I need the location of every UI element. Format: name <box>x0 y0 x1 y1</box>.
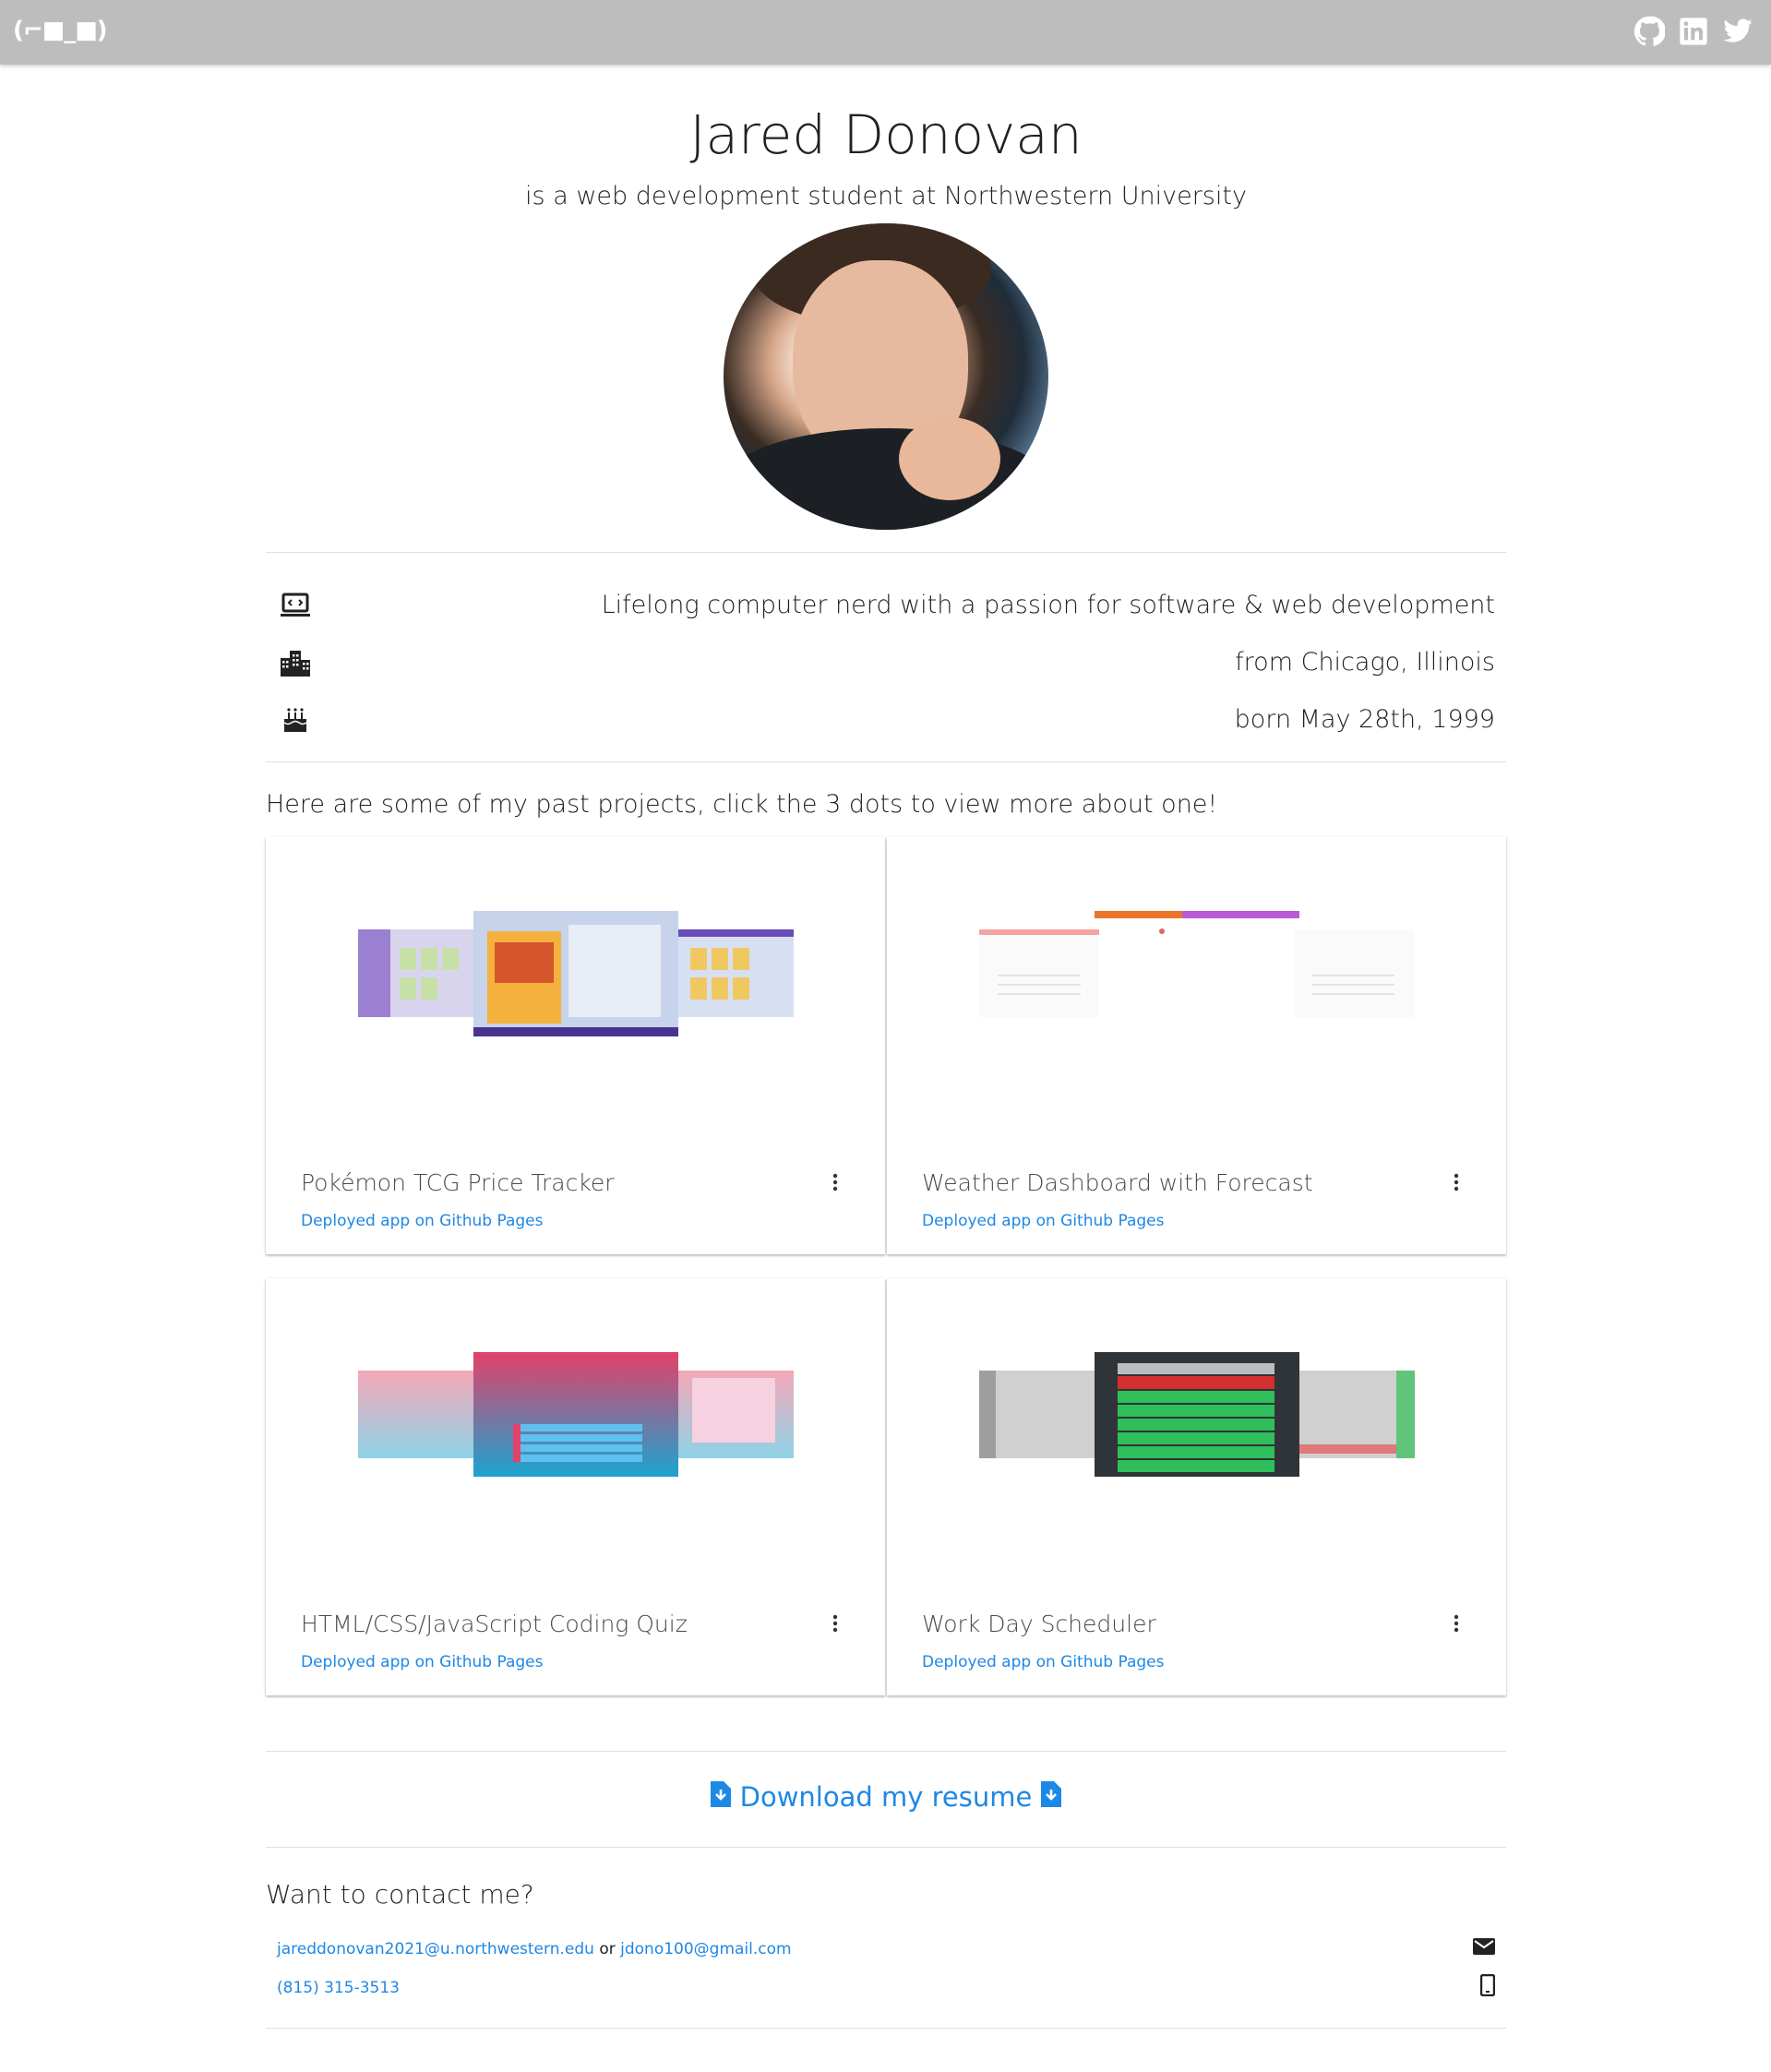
twitter-icon[interactable] <box>1721 15 1754 48</box>
laptop-code-icon <box>277 587 314 624</box>
email-link-gmail[interactable]: jdono100@gmail.com <box>620 1940 791 1958</box>
brand-logo[interactable]: (⌐■_■) <box>13 17 108 44</box>
project-card[interactable]: Weather Dashboard with Forecast Deployed… <box>887 836 1506 1254</box>
phone-link[interactable]: (815) 315-3513 <box>277 1979 400 1997</box>
fact-text: Lifelong computer nerd with a passion fo… <box>601 591 1495 620</box>
download-resume-link[interactable]: Download my resume <box>266 1752 1506 1847</box>
contact-list: jareddonovan2021@u.northwestern.edu or j… <box>266 1930 1506 2007</box>
contact-heading: Want to contact me? <box>266 1878 534 1910</box>
download-resume-label[interactable]: Download my resume <box>740 1781 1033 1813</box>
divider <box>266 1846 1506 1848</box>
project-title: Pokémon TCG Price Tracker <box>301 1168 615 1196</box>
more-vert-icon[interactable] <box>824 1171 846 1193</box>
project-title: Work Day Scheduler <box>922 1610 1156 1637</box>
main-container: Jared Donovan is a web development stude… <box>266 65 1506 2029</box>
fact-text: from Chicago, Illinois <box>1235 648 1495 677</box>
deployed-link[interactable]: Deployed app on Github Pages <box>922 1212 1164 1230</box>
fact-row: from Chicago, Illinois <box>277 634 1495 691</box>
project-card[interactable]: Work Day Scheduler Deployed app on Githu… <box>887 1277 1506 1695</box>
github-icon[interactable] <box>1633 15 1666 48</box>
more-vert-icon[interactable] <box>1445 1171 1467 1193</box>
linkedin-icon[interactable] <box>1677 15 1710 48</box>
project-screenshot <box>358 910 794 1036</box>
file-download-icon <box>1041 1780 1062 1814</box>
deployed-link[interactable]: Deployed app on Github Pages <box>301 1212 543 1230</box>
project-screenshot <box>358 1351 794 1477</box>
tagline: is a web development student at Northwes… <box>525 181 1247 210</box>
fact-text: born May 28th, 1999 <box>1234 705 1495 735</box>
project-screenshot <box>979 1351 1415 1477</box>
fact-row: born May 28th, 1999 <box>277 691 1495 749</box>
mobile-phone-icon <box>1479 1974 1496 2001</box>
or-text: or <box>599 1939 616 1958</box>
project-screenshot <box>979 910 1415 1017</box>
deployed-link[interactable]: Deployed app on Github Pages <box>301 1653 543 1671</box>
project-card[interactable]: Pokémon TCG Price Tracker Deployed app o… <box>266 836 885 1254</box>
divider <box>266 2027 1506 2029</box>
page-title: Jared Donovan <box>689 103 1083 166</box>
more-vert-icon[interactable] <box>1445 1612 1467 1635</box>
project-card[interactable]: HTML/CSS/JavaScript Coding Quiz Deployed… <box>266 1277 885 1695</box>
email-links: jareddonovan2021@u.northwestern.edu or j… <box>277 1940 792 1958</box>
divider <box>266 761 1506 762</box>
file-download-icon <box>710 1780 731 1814</box>
deployed-link[interactable]: Deployed app on Github Pages <box>922 1653 1164 1671</box>
project-title: HTML/CSS/JavaScript Coding Quiz <box>301 1610 688 1637</box>
navbar: (⌐■_■) <box>0 0 1771 65</box>
more-vert-icon[interactable] <box>824 1612 846 1635</box>
birthday-cake-icon <box>277 701 314 738</box>
email-row: jareddonovan2021@u.northwestern.edu or j… <box>277 1930 1495 1969</box>
project-cards: Pokémon TCG Price Tracker Deployed app o… <box>266 836 1506 1695</box>
avatar <box>724 222 1048 530</box>
projects-intro: Here are some of my past projects, click… <box>266 789 1218 819</box>
fact-row: Lifelong computer nerd with a passion fo… <box>277 577 1495 634</box>
project-title: Weather Dashboard with Forecast <box>922 1168 1313 1196</box>
facts-list: Lifelong computer nerd with a passion fo… <box>266 553 1506 761</box>
email-link-northwestern[interactable]: jareddonovan2021@u.northwestern.edu <box>277 1940 594 1958</box>
envelope-icon <box>1473 1938 1495 1959</box>
social-links <box>1633 15 1754 48</box>
phone-row: (815) 315-3513 <box>277 1969 1496 2007</box>
city-icon <box>277 644 314 681</box>
